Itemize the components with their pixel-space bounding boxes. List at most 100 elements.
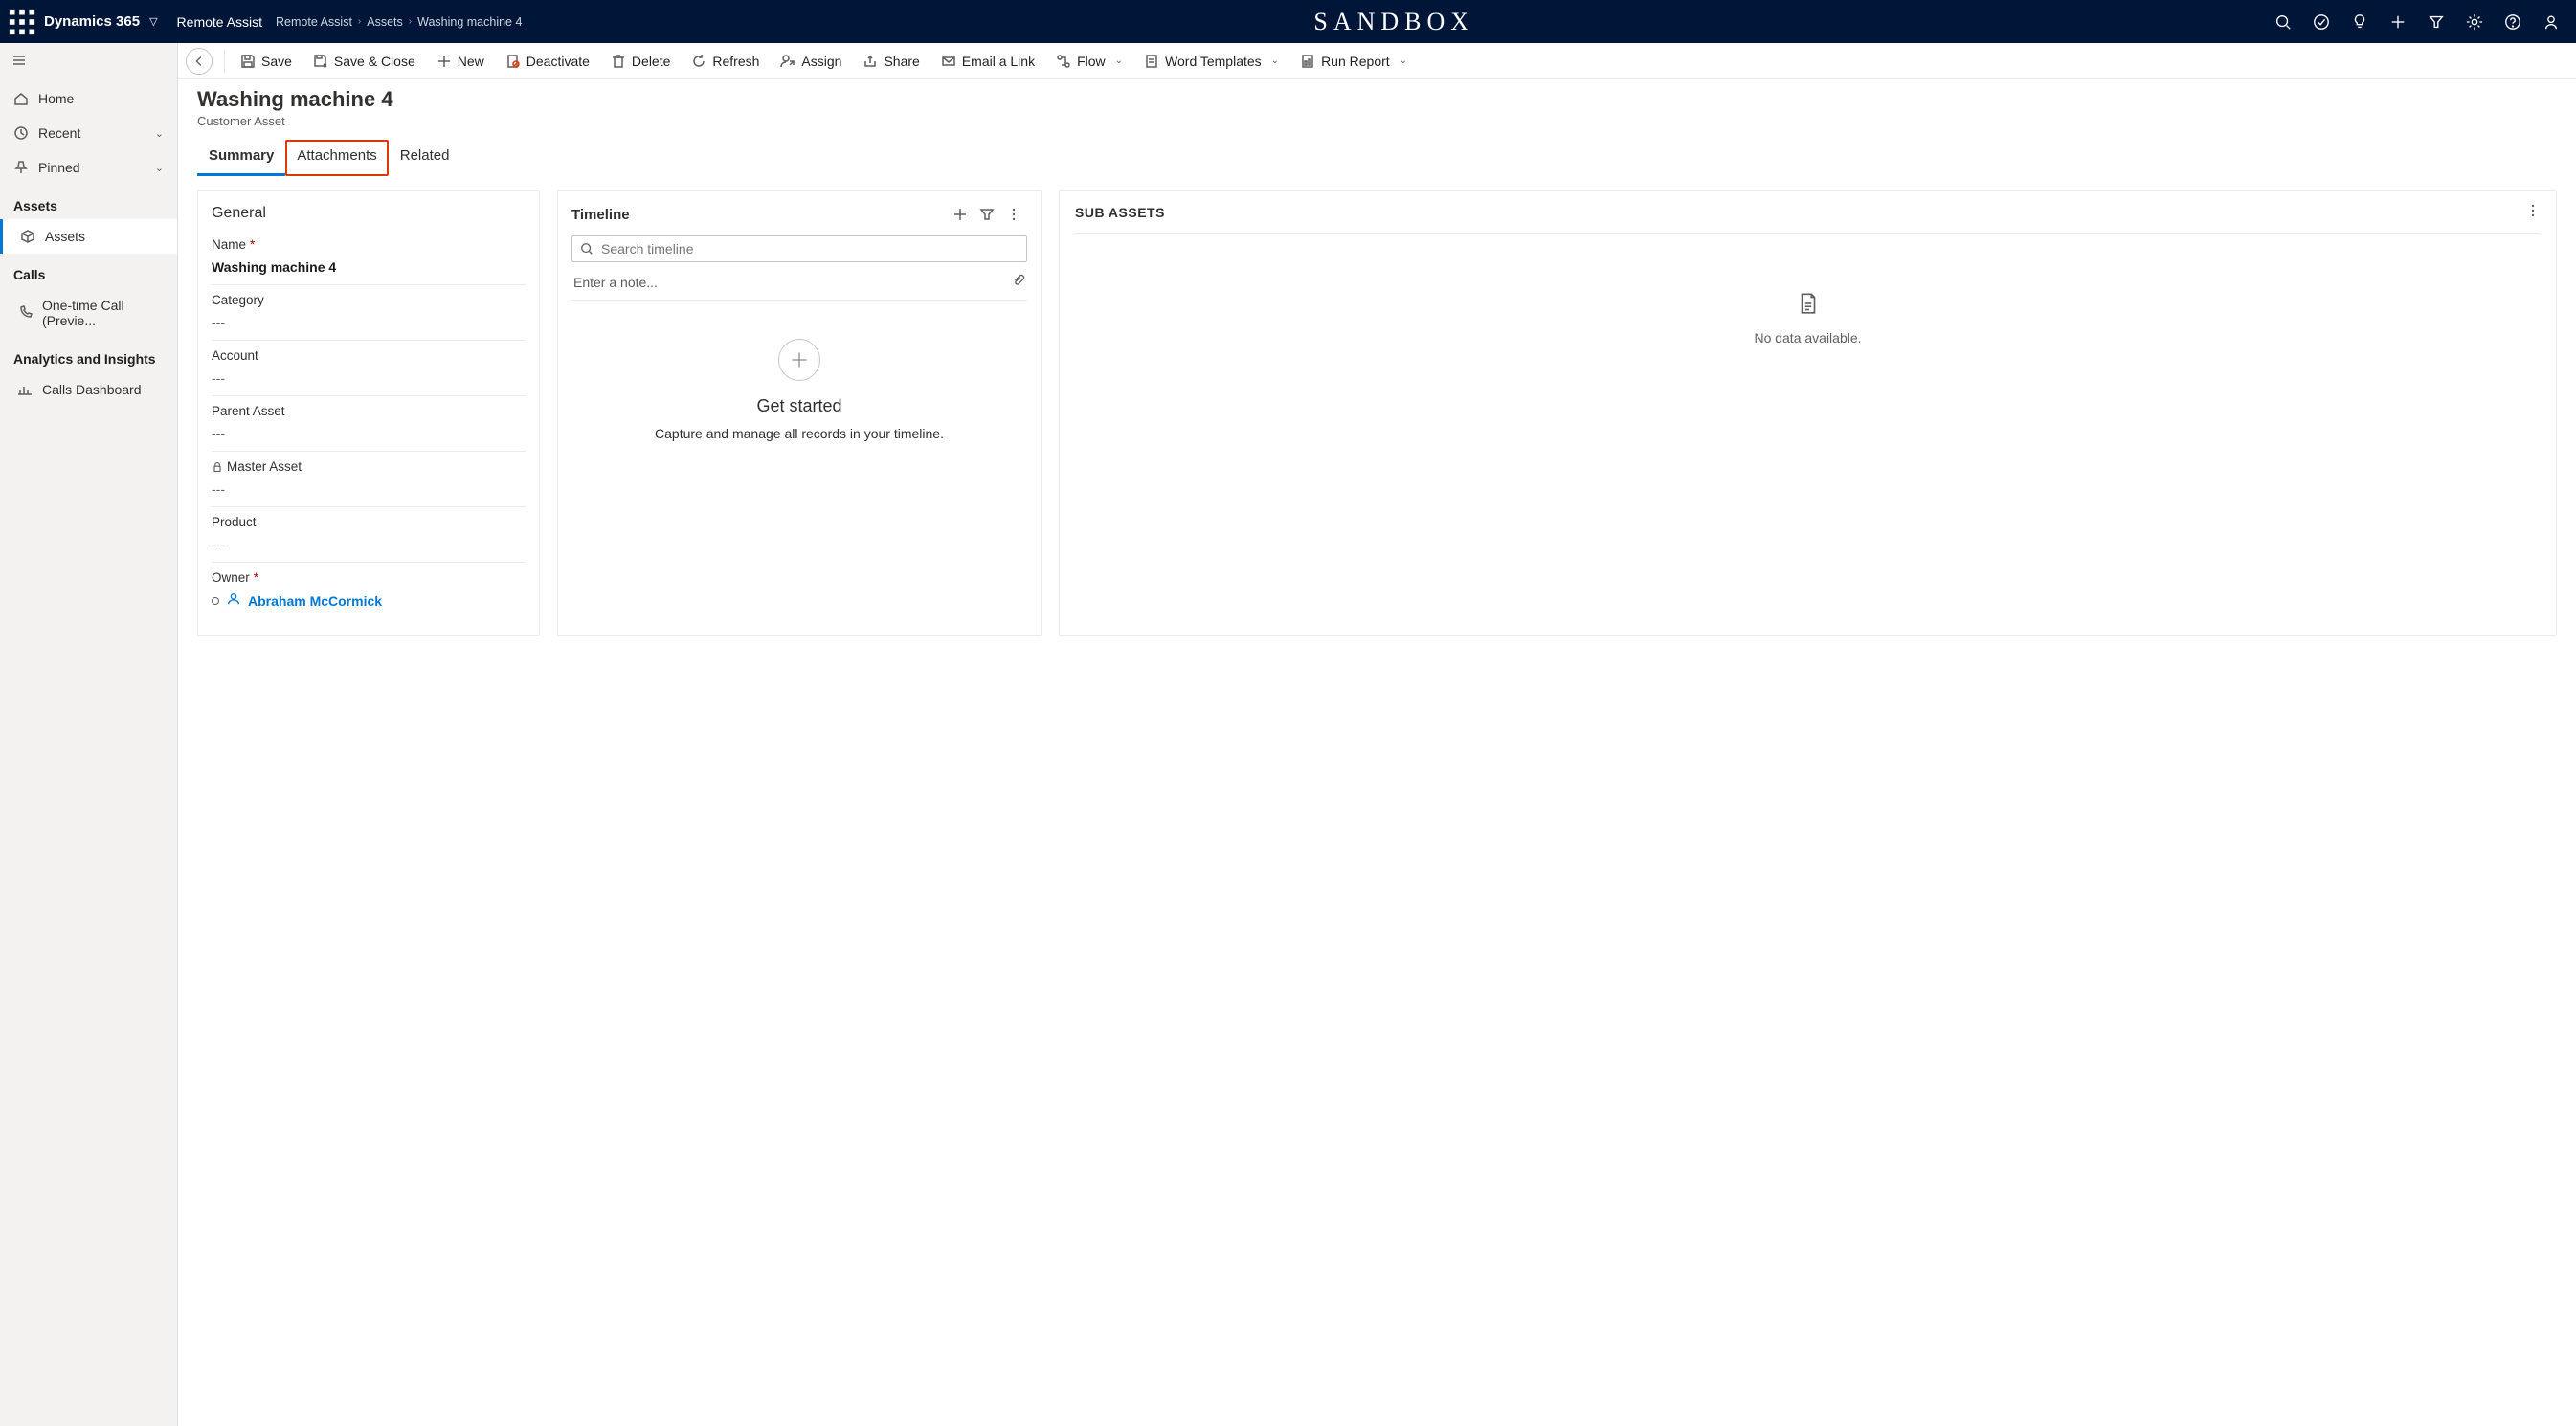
breadcrumb-item[interactable]: Remote Assist	[276, 15, 352, 29]
chevron-down-icon: ⌄	[1271, 56, 1279, 66]
timeline-section: Timeline Enter a note... Get started Ca	[557, 190, 1042, 636]
global-actions	[2266, 5, 2568, 39]
filter-icon[interactable]	[2419, 5, 2453, 39]
person-icon	[227, 592, 240, 609]
new-button[interactable]: New	[427, 48, 494, 75]
timeline-search[interactable]	[571, 235, 1027, 262]
refresh-button[interactable]: Refresh	[682, 48, 769, 75]
chevron-down-icon: ⌄	[155, 127, 164, 140]
breadcrumb-item[interactable]: Assets	[367, 15, 403, 29]
sidebar-item-calls-dashboard[interactable]: Calls Dashboard	[0, 372, 177, 407]
timeline-empty-state: Get started Capture and manage all recor…	[571, 301, 1027, 479]
tab-related[interactable]: Related	[389, 140, 461, 176]
chevron-down-icon: ⌄	[1400, 56, 1407, 66]
add-icon[interactable]	[2381, 5, 2415, 39]
record-entity-type: Customer Asset	[197, 114, 2557, 128]
sidebar-recent[interactable]: Recent ⌄	[0, 116, 177, 150]
timeline-filter-button[interactable]	[974, 201, 1000, 228]
attachment-icon[interactable]	[1012, 274, 1025, 290]
chevron-down-icon: ⌄	[1115, 56, 1123, 66]
field-value: ---	[212, 426, 526, 441]
timeline-search-input[interactable]	[601, 241, 1019, 256]
field-value: ---	[212, 315, 526, 330]
record-tabs: Summary Attachments Related	[197, 140, 2557, 177]
sidebar-toggle[interactable]	[0, 43, 177, 81]
search-icon	[580, 242, 594, 256]
brand-name[interactable]: Dynamics 365	[44, 13, 140, 30]
global-nav: Dynamics 365 ▽ Remote Assist Remote Assi…	[0, 0, 2576, 43]
word-templates-button[interactable]: Word Templates⌄	[1134, 48, 1288, 75]
field-account[interactable]: Account ---	[212, 341, 526, 396]
subassets-section: SUB ASSETS No data available.	[1059, 190, 2557, 636]
assign-button[interactable]: Assign	[771, 48, 851, 75]
email-link-button[interactable]: Email a Link	[931, 48, 1044, 75]
sidebar-section-assets: Assets	[0, 185, 177, 219]
sidebar-item-label: Calls Dashboard	[42, 382, 142, 397]
sitemap-sidebar: Home Recent ⌄ Pinned ⌄ Assets Assets Cal…	[0, 43, 178, 1426]
subassets-empty-state: No data available.	[1075, 234, 2541, 403]
environment-badge: SANDBOX	[522, 8, 2266, 36]
tab-summary[interactable]: Summary	[197, 140, 285, 176]
flow-button[interactable]: Flow⌄	[1046, 48, 1132, 75]
field-category[interactable]: Category ---	[212, 285, 526, 341]
search-icon[interactable]	[2266, 5, 2300, 39]
person-icon[interactable]	[2534, 5, 2568, 39]
document-icon	[1085, 291, 2531, 319]
back-button[interactable]	[186, 48, 213, 75]
section-title: General	[212, 201, 526, 230]
sidebar-item-onetime-call[interactable]: One-time Call (Previe...	[0, 288, 177, 338]
main-content: Save Save & Close New Deactivate Delete …	[178, 43, 2576, 1426]
subassets-more-button[interactable]	[2525, 203, 2541, 221]
delete-button[interactable]: Delete	[601, 48, 680, 75]
empty-text: No data available.	[1085, 330, 2531, 345]
breadcrumb-item[interactable]: Washing machine 4	[417, 15, 522, 29]
chevron-down-icon[interactable]: ▽	[149, 15, 157, 28]
sidebar-item-label: Assets	[45, 229, 85, 244]
required-indicator: *	[250, 237, 255, 252]
required-indicator: *	[254, 570, 258, 585]
chevron-down-icon: ⌄	[155, 162, 164, 174]
empty-body: Capture and manage all records in your t…	[581, 426, 1018, 441]
sidebar-item-assets[interactable]: Assets	[0, 219, 177, 254]
section-title: SUB ASSETS	[1075, 205, 2525, 220]
field-owner[interactable]: Owner* Abraham McCormick	[212, 563, 526, 618]
field-master-asset[interactable]: Master Asset ---	[212, 452, 526, 507]
divider	[224, 50, 225, 73]
run-report-button[interactable]: Run Report⌄	[1290, 48, 1417, 75]
sidebar-home[interactable]: Home	[0, 81, 177, 116]
field-value: ---	[212, 537, 526, 552]
gear-icon[interactable]	[2457, 5, 2492, 39]
form-body: General Name* Washing machine 4 Category…	[178, 177, 2576, 650]
timeline-add-button[interactable]	[947, 201, 974, 228]
share-button[interactable]: Share	[853, 48, 929, 75]
save-button[interactable]: Save	[231, 48, 302, 75]
command-bar: Save Save & Close New Deactivate Delete …	[178, 43, 2576, 79]
task-icon[interactable]	[2304, 5, 2339, 39]
app-launcher[interactable]	[8, 8, 36, 36]
timeline-more-button[interactable]	[1000, 201, 1027, 228]
owner-link[interactable]: Abraham McCormick	[248, 593, 382, 609]
field-value: ---	[212, 370, 526, 386]
field-value: ---	[212, 481, 526, 497]
chevron-right-icon: ›	[358, 16, 361, 27]
timeline-get-started-button[interactable]	[778, 339, 820, 381]
timeline-note-input[interactable]: Enter a note...	[571, 268, 1027, 301]
tab-attachments[interactable]: Attachments	[285, 140, 388, 176]
field-parent-asset[interactable]: Parent Asset ---	[212, 396, 526, 452]
help-icon[interactable]	[2496, 5, 2530, 39]
app-name[interactable]: Remote Assist	[177, 14, 262, 30]
lightbulb-icon[interactable]	[2342, 5, 2377, 39]
deactivate-button[interactable]: Deactivate	[496, 48, 599, 75]
note-placeholder: Enter a note...	[573, 275, 1012, 290]
sidebar-pinned[interactable]: Pinned ⌄	[0, 150, 177, 185]
general-section: General Name* Washing machine 4 Category…	[197, 190, 540, 636]
field-value: Washing machine 4	[212, 259, 526, 275]
empty-title: Get started	[581, 396, 1018, 416]
chevron-right-icon: ›	[409, 16, 412, 27]
sidebar-section-analytics: Analytics and Insights	[0, 338, 177, 372]
save-close-button[interactable]: Save & Close	[303, 48, 425, 75]
field-product[interactable]: Product ---	[212, 507, 526, 563]
record-header: Washing machine 4 Customer Asset Summary…	[178, 79, 2576, 177]
sidebar-home-label: Home	[38, 91, 74, 106]
field-name[interactable]: Name* Washing machine 4	[212, 230, 526, 285]
